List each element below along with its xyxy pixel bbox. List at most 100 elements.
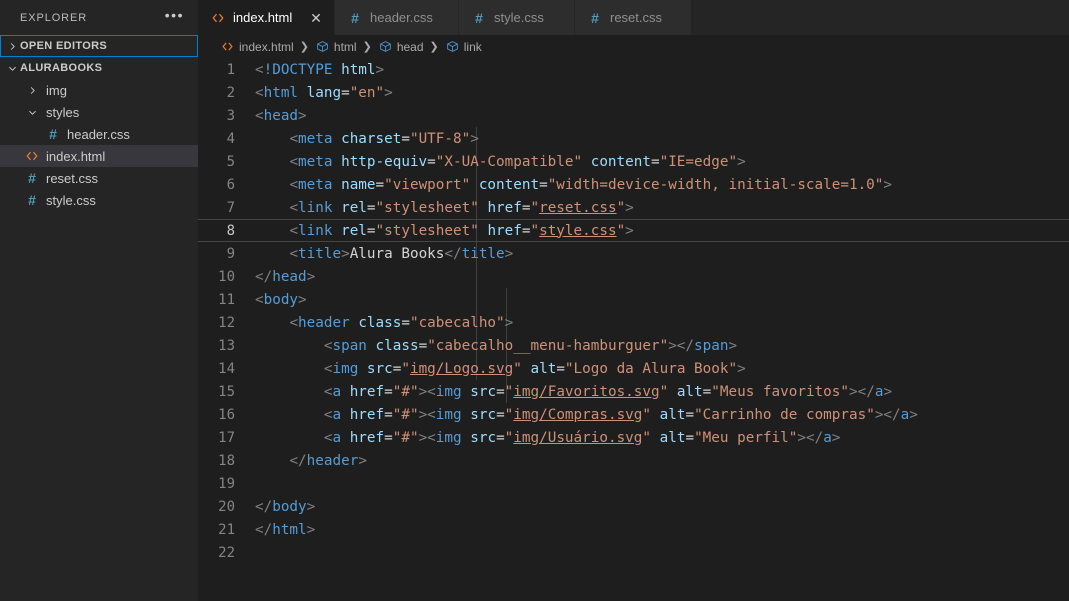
line-number: 14	[218, 360, 235, 377]
code-line[interactable]: 11 <body>	[198, 288, 1069, 311]
chevron-right-icon	[24, 82, 40, 98]
vscode-window: EXPLORER ••• OPEN EDITORS ALURABOOKS img	[0, 0, 1069, 601]
line-number: 21	[218, 521, 235, 538]
tab-index-html[interactable]: index.html ✕	[198, 0, 335, 35]
tree-item-reset-css[interactable]: # reset.css	[0, 167, 198, 189]
more-actions-icon[interactable]: •••	[165, 8, 184, 26]
code-line[interactable]: 12 <header class="cabecalho">	[198, 311, 1069, 334]
breadcrumb-item-file[interactable]: index.html	[220, 39, 294, 54]
code-line[interactable]: 22	[198, 541, 1069, 564]
code-text: <head>	[255, 107, 307, 124]
breadcrumb: index.html ❯ html ❯ head ❯ link	[198, 35, 1069, 58]
code-line[interactable]: 16 <a href="#"><img src="img/Compras.svg…	[198, 403, 1069, 426]
breadcrumb-item-html[interactable]: html	[315, 39, 357, 54]
breadcrumb-item-head[interactable]: head	[378, 39, 424, 54]
code-line[interactable]: 18 </header>	[198, 449, 1069, 472]
code-line[interactable]: 20 </body>	[198, 495, 1069, 518]
breadcrumb-separator: ❯	[429, 41, 439, 53]
line-number: 20	[218, 498, 235, 515]
chevron-down-icon	[4, 60, 20, 76]
file-tree: img styles # header.css index.html # res…	[0, 79, 198, 211]
line-number: 15	[218, 383, 235, 400]
sidebar-section-label: OPEN EDITORS	[20, 40, 108, 52]
code-text: <body>	[255, 291, 307, 308]
breadcrumb-item-link[interactable]: link	[445, 39, 482, 54]
code-line[interactable]: 2 <html lang="en">	[198, 81, 1069, 104]
code-line[interactable]: 17 <a href="#"><img src="img/Usuário.svg…	[198, 426, 1069, 449]
code-text: <a href="#"><img src="img/Usuário.svg" a…	[323, 429, 841, 446]
tree-item-img[interactable]: img	[0, 79, 198, 101]
symbol-field-icon	[315, 39, 330, 54]
css-hash-icon: #	[49, 126, 57, 142]
tree-item-label: style.css	[46, 192, 96, 208]
code-text: <html lang="en">	[255, 84, 393, 101]
breadcrumb-label: link	[463, 39, 482, 54]
code-line[interactable]: 21 </html>	[198, 518, 1069, 541]
line-number: 10	[218, 268, 235, 285]
symbol-field-icon	[378, 39, 393, 54]
code-line[interactable]: 4 <meta charset="UTF-8">	[198, 127, 1069, 150]
tab-style-css[interactable]: # style.css	[459, 0, 575, 35]
breadcrumb-separator: ❯	[299, 41, 309, 53]
line-number: 12	[218, 314, 235, 331]
line-number: 5	[226, 153, 235, 170]
code-editor[interactable]: 1 <!DOCTYPE html> 2 <html lang="en"> 3 <…	[198, 58, 1069, 601]
code-text: </html>	[255, 521, 316, 538]
code-line[interactable]: 15 <a href="#"><img src="img/Favoritos.s…	[198, 380, 1069, 403]
code-line[interactable]: 10 </head>	[198, 265, 1069, 288]
code-line[interactable]: 9 <title>Alura Books</title>	[198, 242, 1069, 265]
css-hash-icon: #	[28, 192, 36, 208]
line-number: 3	[226, 107, 235, 124]
tab-label: reset.css	[610, 10, 663, 25]
symbol-field-icon	[445, 39, 460, 54]
tree-item-style-css[interactable]: # style.css	[0, 189, 198, 211]
code-text: <title>Alura Books</title>	[289, 245, 514, 262]
line-number: 4	[226, 130, 235, 147]
code-text: <a href="#"><img src="img/Favoritos.svg"…	[323, 383, 893, 400]
css-hash-icon: #	[591, 9, 599, 26]
css-hash-icon: #	[28, 170, 36, 186]
code-text: <!DOCTYPE html>	[255, 61, 385, 78]
sidebar-section-label: ALURABOOKS	[20, 62, 103, 74]
code-line[interactable]: 3 <head>	[198, 104, 1069, 127]
code-text: <img src="img/Logo.svg" alt="Logo da Alu…	[323, 360, 746, 377]
code-text: <header class="cabecalho">	[289, 314, 514, 331]
tree-item-label: index.html	[46, 148, 106, 164]
line-number: 13	[218, 337, 235, 354]
code-line-current[interactable]: 8 <link rel="stylesheet" href="style.css…	[198, 219, 1069, 242]
code-line[interactable]: 6 <meta name="viewport" content="width=d…	[198, 173, 1069, 196]
chevron-down-icon	[24, 104, 40, 120]
tab-label: style.css	[494, 10, 544, 25]
line-number: 6	[226, 176, 235, 193]
code-line[interactable]: 5 <meta http-equiv="X-UA-Compatible" con…	[198, 150, 1069, 173]
breadcrumb-label: html	[333, 39, 357, 54]
sidebar-section-open-editors[interactable]: OPEN EDITORS	[0, 35, 198, 57]
sidebar-section-alurabooks[interactable]: ALURABOOKS	[0, 57, 198, 79]
close-icon[interactable]: ✕	[308, 10, 324, 26]
code-line[interactable]: 7 <link rel="stylesheet" href="reset.css…	[198, 196, 1069, 219]
tree-item-index-html[interactable]: index.html	[0, 145, 198, 167]
tab-reset-css[interactable]: # reset.css	[575, 0, 692, 35]
code-text: <span class="cabecalho__menu-hamburguer"…	[323, 337, 738, 354]
code-line[interactable]: 14 <img src="img/Logo.svg" alt="Logo da …	[198, 357, 1069, 380]
code-line[interactable]: 13 <span class="cabecalho__menu-hamburgu…	[198, 334, 1069, 357]
html-tag-icon	[24, 148, 40, 164]
tab-label: index.html	[233, 10, 293, 25]
line-number: 2	[226, 84, 235, 101]
tree-item-styles[interactable]: styles	[0, 101, 198, 123]
tree-item-label: styles	[46, 104, 80, 120]
explorer-sidebar: EXPLORER ••• OPEN EDITORS ALURABOOKS img	[0, 0, 198, 601]
tree-item-label: img	[46, 82, 67, 98]
tab-header-css[interactable]: # header.css	[335, 0, 459, 35]
code-text: <meta name="viewport" content="width=dev…	[289, 176, 893, 193]
tree-item-header-css[interactable]: # header.css	[0, 123, 198, 145]
css-hash-icon: #	[351, 9, 359, 26]
line-number: 18	[218, 452, 235, 469]
code-line[interactable]: 19	[198, 472, 1069, 495]
line-number: 11	[218, 291, 235, 308]
code-line[interactable]: 1 <!DOCTYPE html>	[198, 58, 1069, 81]
line-number: 7	[226, 199, 235, 216]
code-text: </body>	[255, 498, 316, 515]
